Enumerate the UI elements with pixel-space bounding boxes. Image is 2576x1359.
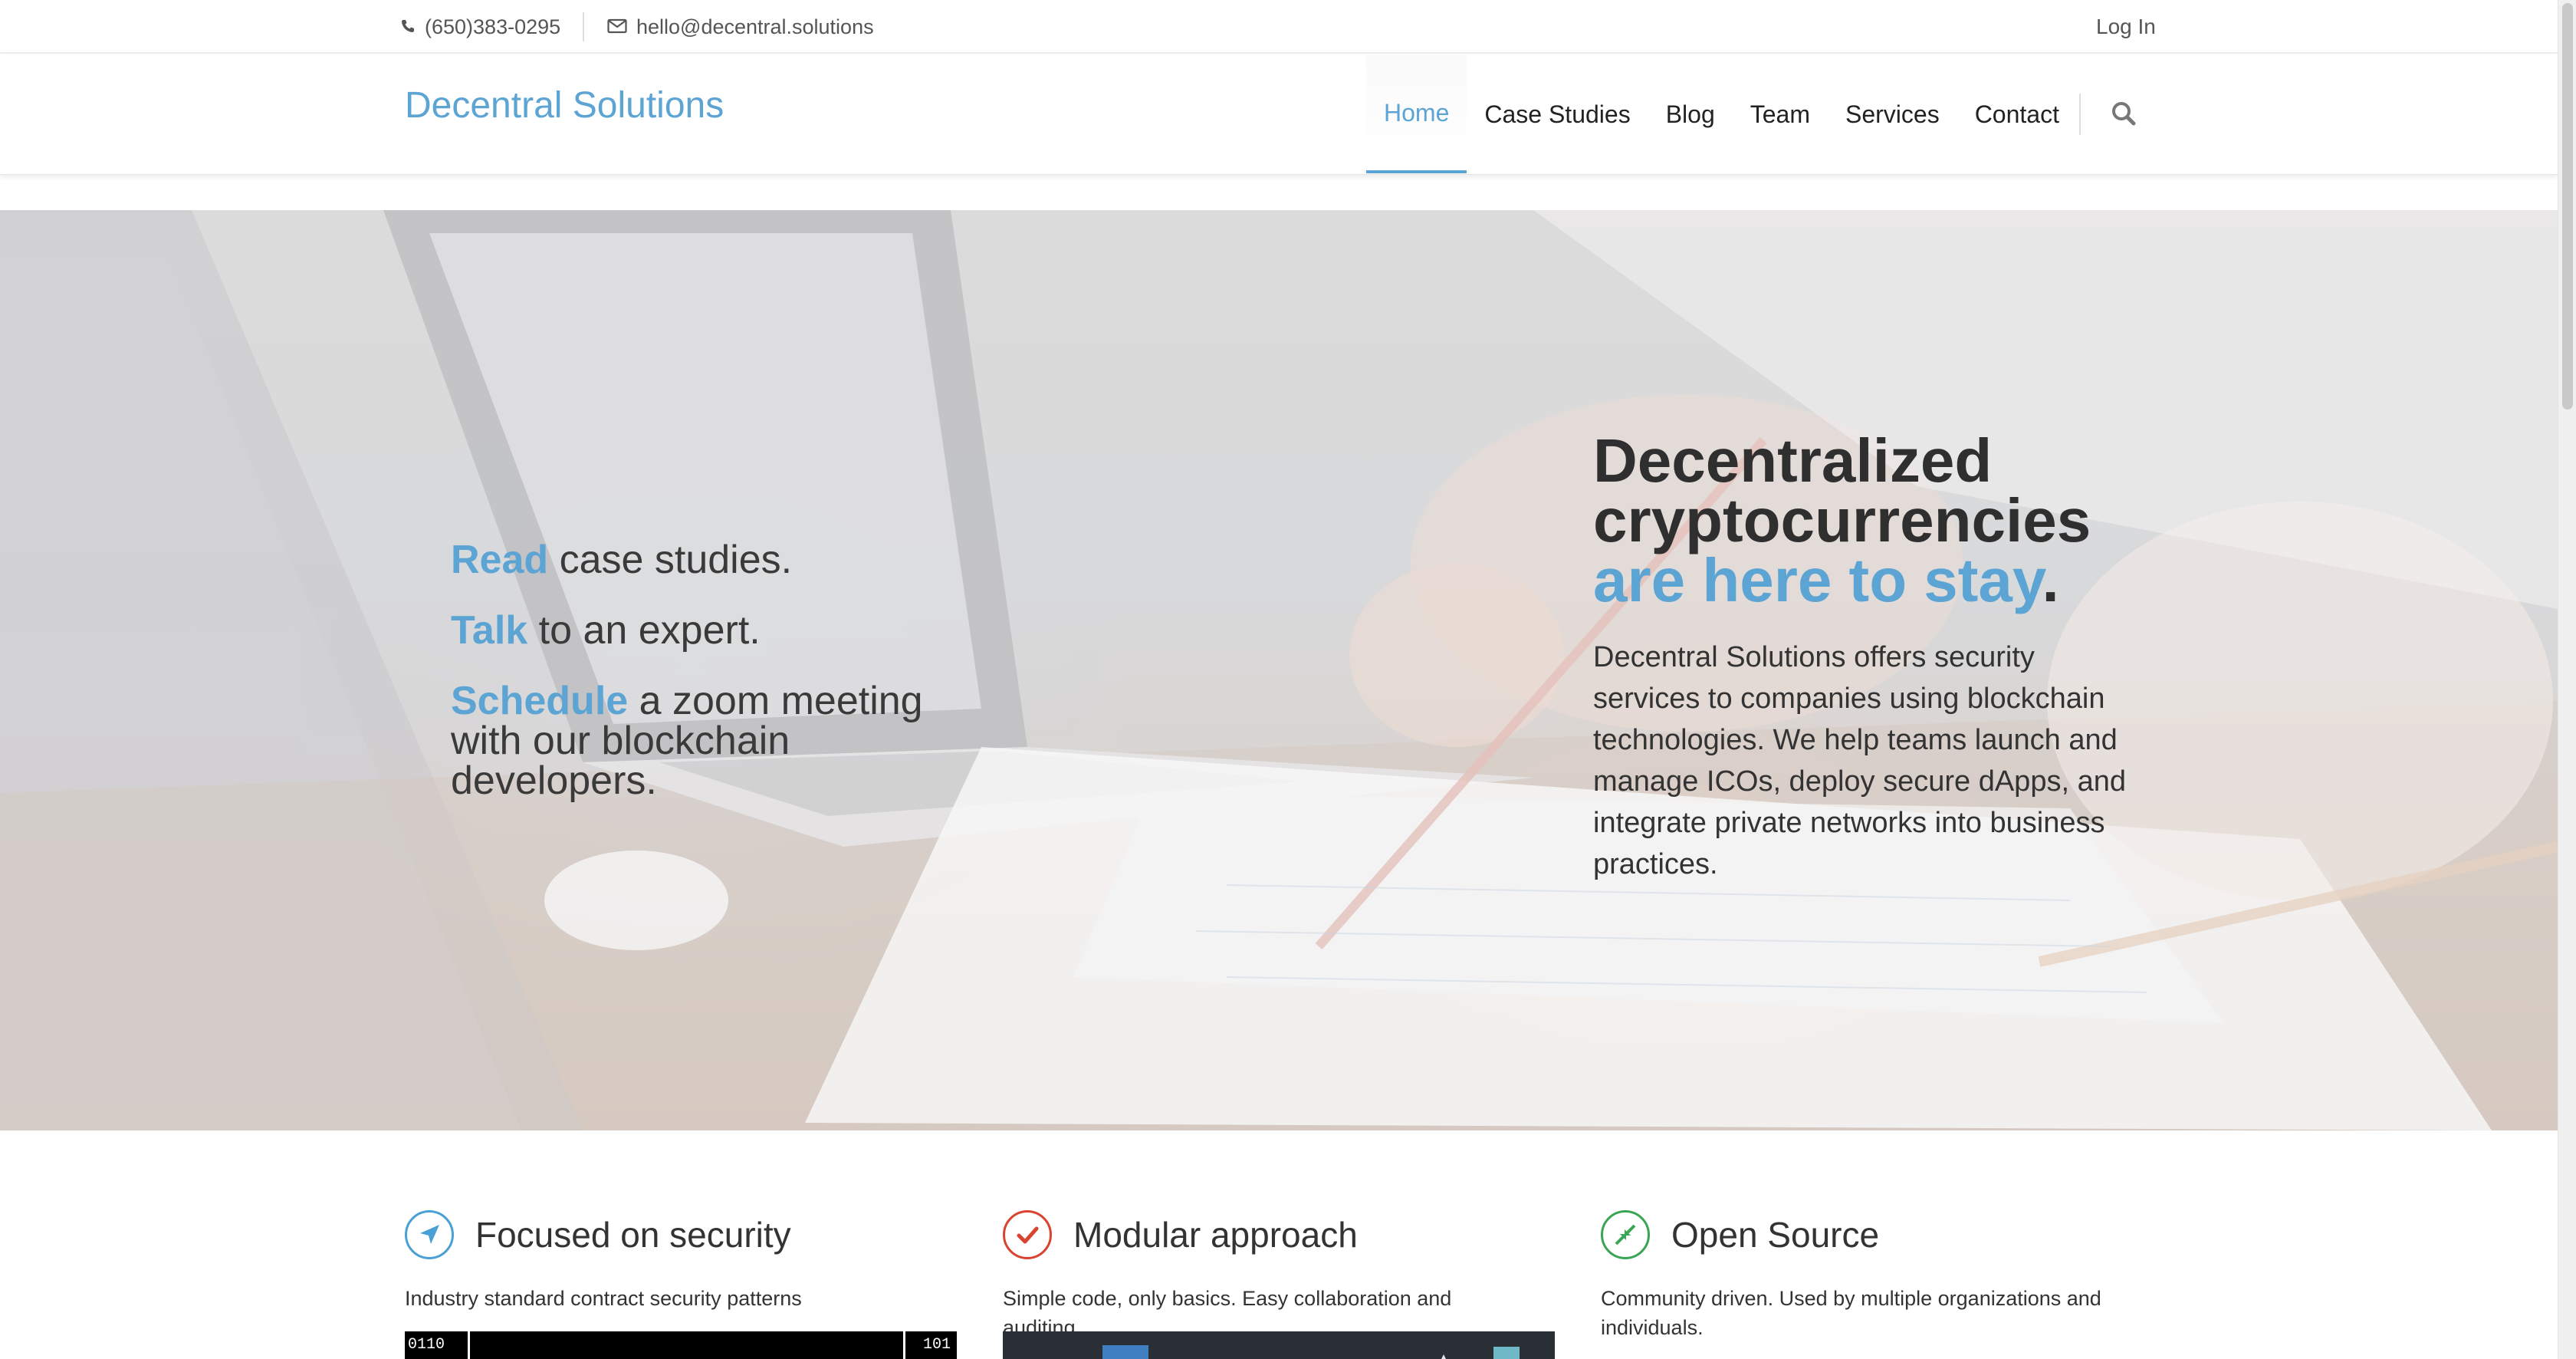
nav-services[interactable]: Services xyxy=(1828,55,1957,173)
feature-text: Industry standard contract security patt… xyxy=(405,1287,802,1310)
hero-headline-plain: Decentralized cryptocurrencies xyxy=(1593,426,2091,554)
main-nav: Home Case Studies Blog Team Services Con… xyxy=(1366,55,2077,173)
cta-talk-highlight: Talk xyxy=(451,608,528,653)
email-contact[interactable]: hello@decentral.solutions xyxy=(607,12,874,41)
nav-team[interactable]: Team xyxy=(1733,55,1828,173)
cta-read-text: case studies. xyxy=(548,538,793,582)
cta-schedule-meeting[interactable]: Schedule a zoom meeting with our blockch… xyxy=(451,681,926,801)
scrollbar-thumb[interactable] xyxy=(2562,3,2573,410)
feature-title: Modular approach xyxy=(1073,1215,1358,1255)
hero-headline-end: . xyxy=(2042,546,2059,614)
nav-blog[interactable]: Blog xyxy=(1648,55,1733,173)
top-contact-bar: (650)383-0295 hello@decentral.solutions … xyxy=(0,0,2558,54)
feature-title: Open Source xyxy=(1671,1215,1880,1255)
feature-security: Focused on security Industry standard co… xyxy=(405,1207,957,1359)
navigation-arrow-icon xyxy=(405,1210,454,1259)
email-address: hello@decentral.solutions xyxy=(636,15,874,38)
hero-section: Read case studies. Talk to an expert. Sc… xyxy=(0,210,2558,1130)
phone-icon xyxy=(400,15,416,39)
nav-case-studies[interactable]: Case Studies xyxy=(1467,55,1648,173)
contact-divider xyxy=(583,12,584,41)
hero-description: Decentral Solutions offers security serv… xyxy=(1593,641,2126,880)
feature-image-modular xyxy=(1003,1331,1555,1359)
hero-headline: Decentralized cryptocurrencies are here … xyxy=(1593,430,2176,611)
checkmark-icon xyxy=(1003,1210,1052,1259)
svg-text:0110: 0110 xyxy=(408,1336,445,1354)
compress-arrows-icon xyxy=(1601,1210,1650,1259)
page-scrollbar[interactable] xyxy=(2558,0,2576,1359)
feature-modular: Modular approach Simple code, only basic… xyxy=(1003,1207,1555,1359)
cta-read-case-studies[interactable]: Read case studies. xyxy=(451,540,792,580)
nav-home[interactable]: Home xyxy=(1366,55,1467,173)
cta-talk-expert[interactable]: Talk to an expert. xyxy=(451,610,761,650)
svg-text:101: 101 xyxy=(923,1336,951,1354)
site-logo[interactable]: Decentral Solutions xyxy=(405,84,724,127)
feature-text: Community driven. Used by multiple organ… xyxy=(1601,1287,2101,1339)
envelope-icon xyxy=(607,15,627,39)
main-header: Decentral Solutions Home Case Studies Bl… xyxy=(0,55,2558,175)
feature-open-source: Open Source Community driven. Used by mu… xyxy=(1601,1207,2153,1342)
feature-title: Focused on security xyxy=(475,1215,791,1255)
cta-talk-text: to an expert. xyxy=(527,608,761,653)
feature-image-security: 0110 101 xyxy=(405,1331,957,1359)
cta-read-highlight: Read xyxy=(451,538,549,582)
login-link[interactable]: Log In xyxy=(2096,12,2156,41)
hero-headline-highlight: are here to stay xyxy=(1593,546,2042,614)
hero-overlay xyxy=(0,210,2558,1130)
cta-schedule-highlight: Schedule xyxy=(451,679,629,723)
search-icon[interactable] xyxy=(2110,100,2137,127)
phone-number: (650)383-0295 xyxy=(425,15,561,38)
nav-contact[interactable]: Contact xyxy=(1957,55,2077,173)
phone-contact[interactable]: (650)383-0295 xyxy=(400,12,560,41)
nav-divider xyxy=(2079,94,2081,135)
